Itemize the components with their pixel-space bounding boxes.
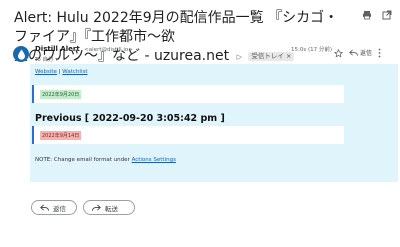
sender-name[interactable]: Distill Alert xyxy=(35,45,80,53)
star-icon[interactable] xyxy=(333,43,344,62)
note-text: NOTE: Change email format under xyxy=(35,157,132,163)
inbox-label-chip[interactable]: 受信トレイ × xyxy=(248,52,295,61)
format-note: NOTE: Change email format under Actions … xyxy=(35,157,176,163)
reply-button[interactable]: 返信 xyxy=(31,200,77,215)
reply-button-small[interactable]: 返信 xyxy=(349,48,372,57)
subject-line-1: Alert: Hulu 2022年9月の配信作品一覧 『シカゴ・ファイア』『工作… xyxy=(14,10,339,45)
open-new-window-icon[interactable] xyxy=(382,10,392,20)
actions-settings-link[interactable]: Actions Settings xyxy=(132,157,176,163)
message-time: 15:0s (17 分前) xyxy=(291,47,333,53)
more-options-icon[interactable] xyxy=(378,43,381,62)
website-link[interactable]: Website xyxy=(35,69,57,75)
sender-avatar xyxy=(13,46,29,62)
forward-button-label: 転送 xyxy=(105,204,118,213)
previous-date-tag: 2022年9月14日 xyxy=(40,131,82,140)
sender-address: <alert@distill.io> xyxy=(84,47,133,53)
recipient-line[interactable]: To 自分 ▾ xyxy=(35,55,58,63)
important-marker-icon[interactable]: ▷ xyxy=(237,52,242,62)
sender[interactable]: Distill Alert <alert@distill.io> xyxy=(35,45,133,53)
current-change-card: 2022年9月20日 xyxy=(32,85,344,103)
message-actions: 返信 xyxy=(333,43,381,62)
body-links: Website | Watchlist xyxy=(35,69,88,75)
reply-button-label: 返信 xyxy=(53,204,66,213)
droplet-icon xyxy=(17,49,25,60)
forward-icon xyxy=(92,204,101,211)
reply-icon xyxy=(40,204,49,211)
reply-arrow-icon xyxy=(349,49,358,56)
print-icon[interactable] xyxy=(362,10,372,20)
email-subject: Alert: Hulu 2022年9月の配信作品一覧 『シカゴ・ファイア』『工作… xyxy=(14,9,349,66)
previous-heading: Previous [ 2022-09-20 3:05:42 pm ] xyxy=(35,113,225,124)
top-toolbar xyxy=(362,10,392,20)
reply-label-small: 返信 xyxy=(360,50,373,57)
current-date-tag: 2022年9月20日 xyxy=(40,90,82,99)
forward-button[interactable]: 転送 xyxy=(83,200,135,215)
previous-change-card: 2022年9月14日 xyxy=(32,126,344,144)
watchlist-link[interactable]: Watchlist xyxy=(62,69,87,75)
